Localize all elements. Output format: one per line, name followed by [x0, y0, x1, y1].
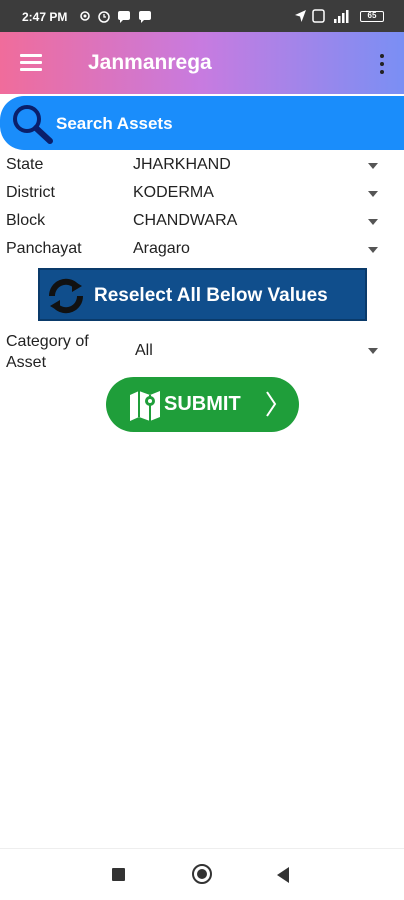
refresh-icon — [48, 278, 84, 314]
dropdown-arrow-icon[interactable] — [368, 191, 378, 197]
reselect-all-button[interactable]: Reselect All Below Values — [38, 268, 367, 321]
settings-icon — [80, 11, 90, 21]
submit-label: SUBMIT — [164, 393, 241, 415]
battery-level: 65 — [367, 11, 377, 20]
message-icon — [118, 11, 130, 23]
status-bar: 2:47 PM 65 — [0, 0, 404, 32]
block-dropdown[interactable]: Block CHANDWARA — [0, 208, 404, 236]
home-button[interactable] — [192, 864, 212, 884]
back-button[interactable] — [277, 867, 289, 883]
dropdown-arrow-icon[interactable] — [368, 348, 378, 354]
signal-icon — [334, 10, 349, 23]
district-dropdown[interactable]: District KODERMA — [0, 180, 404, 208]
recents-button[interactable] — [112, 868, 125, 881]
app-bar: Janmanrega — [0, 32, 404, 94]
navigation-bar — [0, 848, 404, 900]
map-icon — [130, 391, 160, 421]
alarm-icon — [98, 11, 110, 23]
search-assets-title: Search Assets — [56, 114, 173, 133]
location-arrow-icon — [295, 10, 306, 22]
menu-icon[interactable] — [20, 54, 42, 72]
dropdown-arrow-icon[interactable] — [368, 219, 378, 225]
more-vert-icon[interactable] — [378, 54, 386, 74]
chevron-right-icon — [266, 391, 277, 417]
dropdown-arrow-icon[interactable] — [368, 163, 378, 169]
state-label: State — [6, 156, 44, 173]
panchayat-value[interactable]: Aragaro — [133, 240, 190, 258]
battery-icon: 65 — [360, 11, 384, 22]
reselect-all-label: Reselect All Below Values — [94, 285, 328, 306]
block-label: Block — [6, 212, 46, 229]
state-dropdown[interactable]: State JHARKHAND — [0, 152, 404, 180]
dropdown-arrow-icon[interactable] — [368, 247, 378, 253]
district-value[interactable]: KODERMA — [133, 184, 214, 202]
app-title: Janmanrega — [88, 51, 212, 74]
category-value[interactable]: All — [135, 342, 153, 360]
panchayat-dropdown[interactable]: Panchayat Aragaro — [0, 236, 404, 264]
search-assets-banner: Search Assets — [0, 96, 404, 150]
category-label: Category of Asset — [6, 333, 89, 371]
submit-button[interactable]: SUBMIT — [106, 377, 299, 432]
status-time: 2:47 PM — [22, 10, 68, 24]
panchayat-label: Panchayat — [6, 240, 82, 257]
search-icon — [13, 105, 53, 144]
district-label: District — [6, 184, 55, 201]
data-saver-icon — [312, 9, 325, 23]
state-value[interactable]: JHARKHAND — [133, 156, 231, 174]
message-icon — [139, 11, 151, 23]
block-value[interactable]: CHANDWARA — [133, 212, 237, 230]
